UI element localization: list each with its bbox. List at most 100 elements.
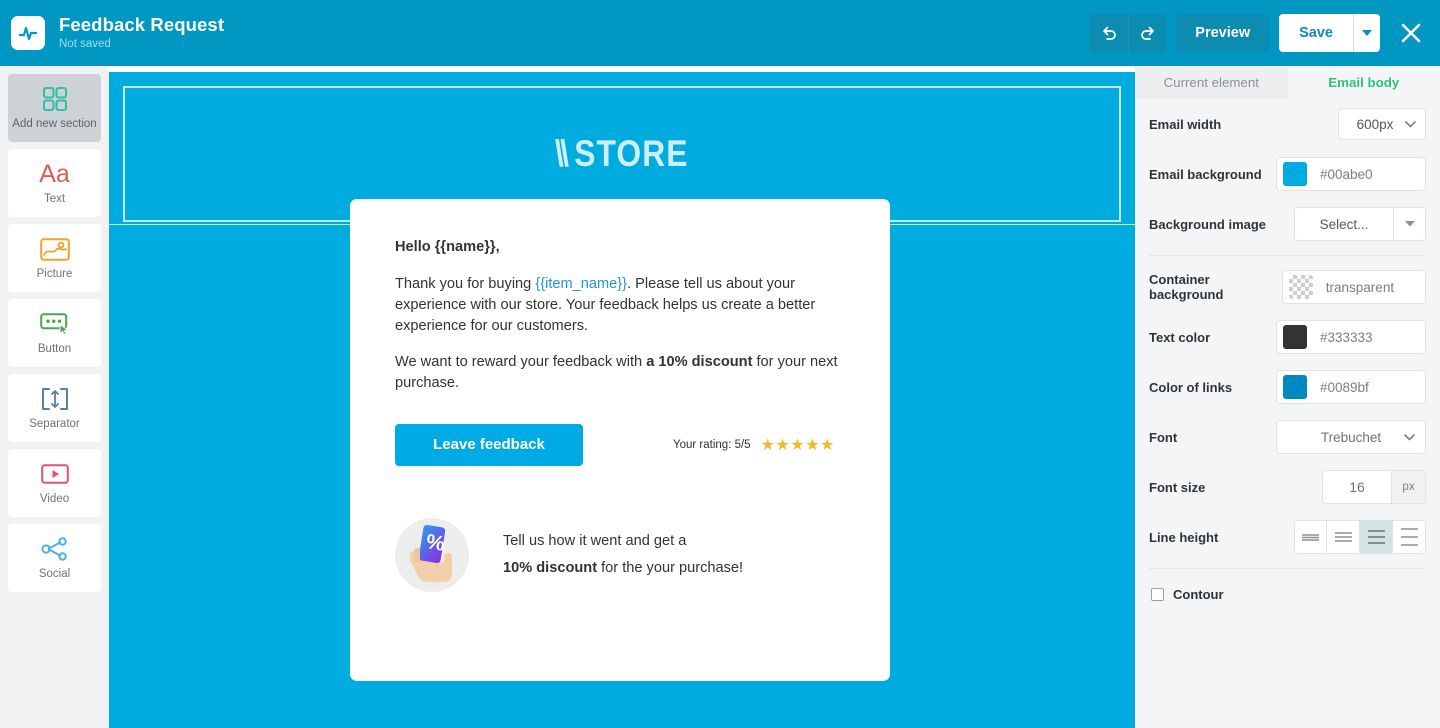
email-content-card[interactable]: Hello {{name}}, Thank you for buying {{i… (350, 199, 890, 681)
container-background-color-field[interactable]: transparent (1281, 270, 1426, 304)
font-select[interactable]: Trebuchet (1276, 420, 1426, 454)
email-paragraph-reward: We want to reward your feedback with a 1… (395, 352, 845, 394)
pulse-icon (18, 26, 38, 41)
leave-feedback-button[interactable]: Leave feedback (395, 423, 583, 466)
text-color-value: #333333 (1320, 329, 1373, 345)
panel-divider-2 (1149, 568, 1426, 569)
sidebar-item-button[interactable]: Button (8, 299, 101, 367)
background-image-dropdown-button[interactable] (1394, 207, 1426, 241)
line-height-relaxed-icon (1367, 530, 1385, 544)
sidebar-item-label: Text (43, 193, 66, 206)
promo-block[interactable]: % Tell us how it went and get a 10% disc… (395, 517, 845, 592)
save-button-group: Save (1279, 14, 1380, 52)
row-email-background: Email background #00abe0 (1149, 149, 1426, 199)
sidebar-item-label: Button (37, 343, 72, 356)
row-font-size: Font size 16 px (1149, 462, 1426, 512)
button-icon (39, 309, 70, 339)
picture-icon (39, 234, 70, 264)
line-height-option-relaxed[interactable] (1360, 520, 1393, 554)
color-of-links-field[interactable]: #0089bf (1276, 370, 1426, 404)
panel-tabs: Current element Email body (1135, 66, 1440, 99)
close-editor-button[interactable] (1396, 18, 1426, 48)
undo-button[interactable] (1090, 14, 1129, 52)
sidebar-item-separator[interactable]: Separator (8, 374, 101, 442)
tab-email-body[interactable]: Email body (1287, 66, 1440, 99)
redo-arrow-icon (1140, 26, 1154, 40)
line-height-option-tight[interactable] (1294, 520, 1327, 554)
panel-divider-1 (1149, 255, 1426, 256)
line-height-loose-icon (1400, 528, 1418, 546)
sidebar-item-picture[interactable]: Picture (8, 224, 101, 292)
separator-icon (41, 384, 69, 414)
save-button[interactable]: Save (1279, 14, 1353, 52)
chevron-down-icon (1404, 433, 1415, 440)
font-size-input[interactable]: 16 (1322, 470, 1392, 504)
video-play-icon (40, 459, 69, 489)
promo-line-1: Tell us how it went and get a (503, 532, 687, 549)
sidebar-item-add-new-section[interactable]: Add new section (8, 74, 101, 142)
row-line-height: Line height (1149, 512, 1426, 562)
sidebar-item-text[interactable]: Aa Text (8, 149, 101, 217)
undo-arrow-icon (1103, 26, 1117, 40)
email-width-label: Email width (1149, 116, 1222, 132)
sidebar-item-social[interactable]: Social (8, 524, 101, 592)
redo-button[interactable] (1128, 14, 1167, 52)
row-font: Font Trebuchet (1149, 412, 1426, 462)
rating-widget[interactable]: Your rating: 5/5 ★★★★★ (673, 435, 835, 455)
contour-checkbox[interactable] (1151, 588, 1164, 601)
rating-stars[interactable]: ★★★★★ (761, 435, 835, 455)
logo-slashes: \\ (555, 133, 569, 174)
background-image-control: Select... (1294, 207, 1426, 241)
email-width-select[interactable]: 600px (1338, 108, 1426, 140)
preview-button[interactable]: Preview (1176, 14, 1270, 52)
line-height-options (1294, 520, 1426, 554)
color-of-links-swatch[interactable] (1283, 375, 1307, 399)
container-background-swatch[interactable] (1288, 275, 1313, 299)
line-height-option-loose[interactable] (1393, 520, 1426, 554)
sidebar-item-label: Picture (36, 268, 73, 281)
tab-current-element[interactable]: Current element (1135, 66, 1288, 99)
reward-discount-bold: a 10% discount (646, 353, 753, 370)
font-label: Font (1149, 429, 1178, 445)
close-x-icon (1401, 23, 1421, 43)
save-dropdown-button[interactable] (1353, 14, 1380, 52)
email-body-content: Hello {{name}}, Thank you for buying {{i… (350, 199, 890, 592)
top-toolbar: Feedback Request Not saved Preview Save (0, 0, 1440, 66)
logo-wordmark: STORE (574, 133, 689, 174)
email-editor-app: Feedback Request Not saved Preview Save (0, 0, 1440, 728)
email-background-swatch[interactable] (1283, 162, 1307, 186)
grid-squares-icon (42, 84, 68, 114)
sidebar-item-video[interactable]: Video (8, 449, 101, 517)
promo-line-2: 10% discount for the your purchase! (503, 555, 743, 582)
app-logo (11, 16, 45, 50)
email-background-color-field[interactable]: #00abe0 (1276, 157, 1426, 191)
text-color-field[interactable]: #333333 (1276, 320, 1426, 354)
line-height-option-normal[interactable] (1327, 520, 1360, 554)
sidebar-item-label: Add new section (12, 118, 97, 131)
sidebar-item-label: Video (39, 493, 70, 506)
email-background-label: Email background (1149, 166, 1262, 182)
promo-text: Tell us how it went and get a 10% discou… (503, 528, 743, 582)
container-background-label: Container background (1149, 272, 1224, 302)
row-color-of-links: Color of links #0089bf (1149, 362, 1426, 412)
text-aa-icon: Aa (39, 159, 70, 188)
email-background-area: \\ STORE Hello {{name}}, Thank you for bu… (109, 72, 1135, 728)
text-color-swatch[interactable] (1283, 325, 1307, 349)
text-color-label: Text color (1149, 329, 1211, 345)
item-name-merge-link[interactable]: {{item_name}} (535, 276, 627, 292)
font-size-label: Font size (1149, 479, 1206, 495)
container-background-value: transparent (1325, 279, 1395, 295)
row-contour: Contour (1149, 575, 1426, 602)
color-of-links-value: #0089bf (1320, 379, 1369, 395)
font-size-unit: px (1392, 470, 1426, 504)
background-image-select-button[interactable]: Select... (1294, 207, 1394, 241)
panel-rows: Email width 600px Email background #00ab… (1135, 99, 1440, 602)
email-canvas[interactable]: \\ STORE Hello {{name}}, Thank you for bu… (109, 66, 1135, 728)
background-image-label: Background image (1149, 216, 1267, 232)
save-status: Not saved (59, 38, 111, 51)
row-background-image: Background image Select... (1149, 199, 1426, 249)
share-nodes-icon (40, 534, 69, 564)
svg-text:%: % (425, 530, 447, 556)
paragraph-text-pre: Thank you for buying (395, 276, 536, 293)
font-size-control: 16 px (1322, 470, 1426, 504)
